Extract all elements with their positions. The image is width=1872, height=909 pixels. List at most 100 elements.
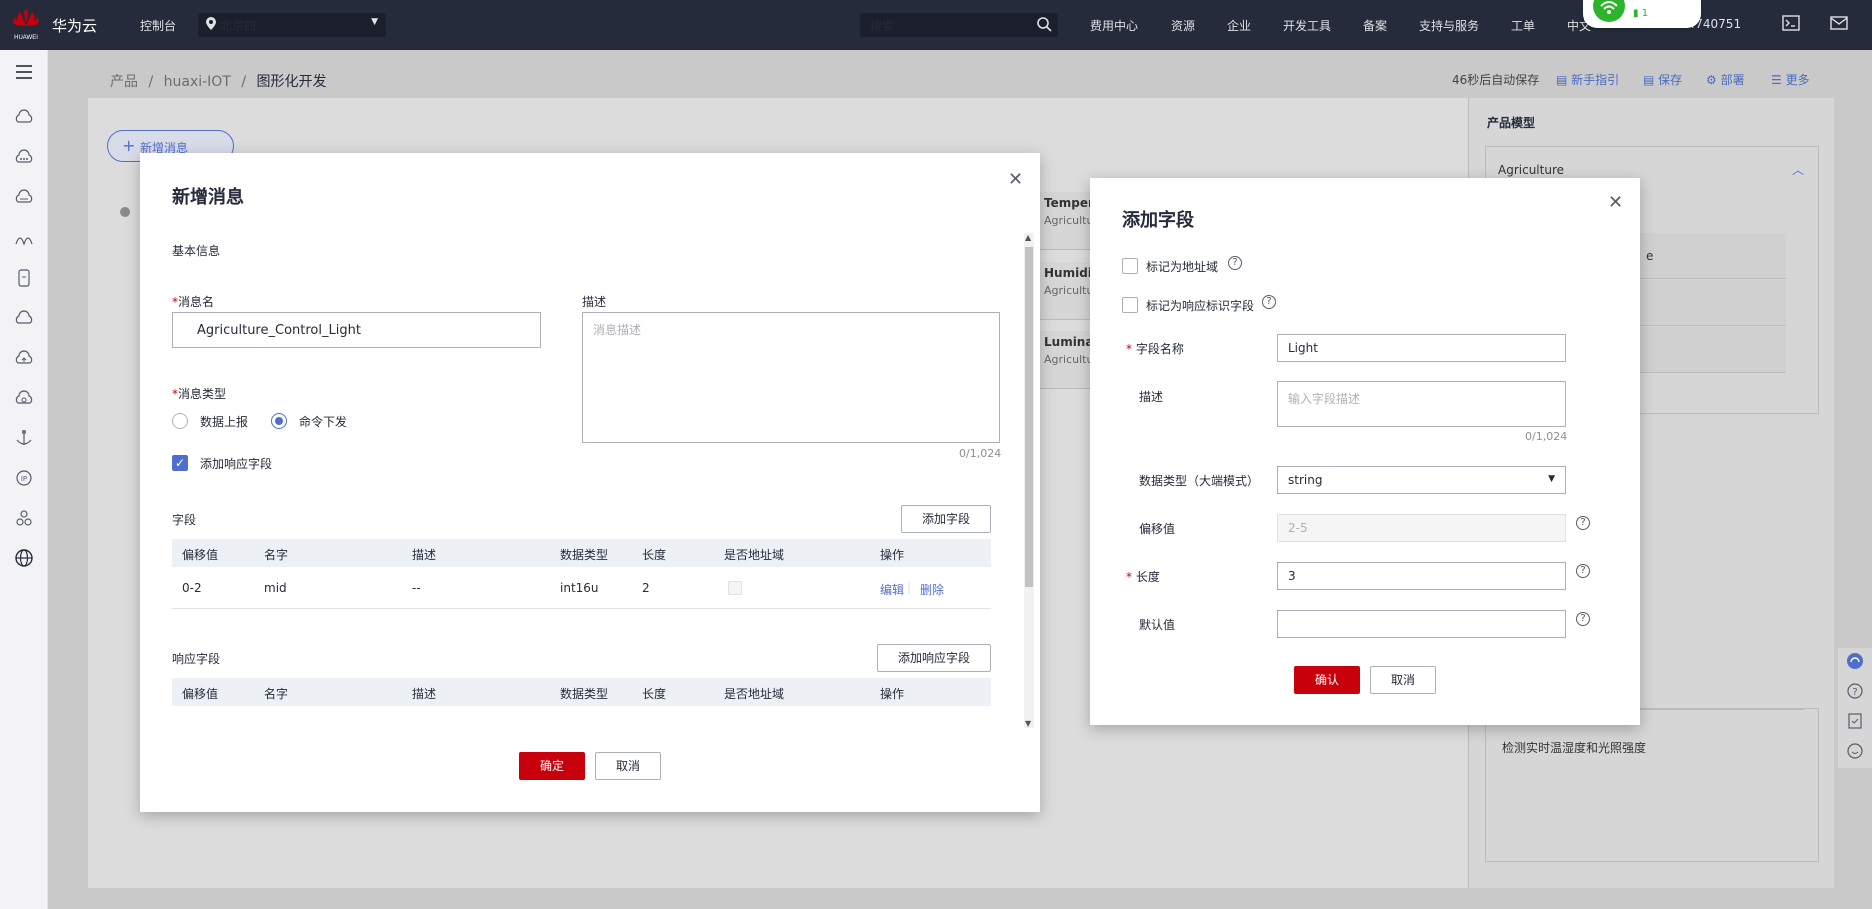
- scroll-down-icon[interactable]: ▼: [1025, 719, 1031, 728]
- edit-link[interactable]: 编辑: [880, 581, 904, 598]
- chevron-up-icon[interactable]: ︿: [1792, 161, 1804, 178]
- col-is-address: 是否地址域: [724, 548, 785, 562]
- nav-devtools[interactable]: 开发工具: [1283, 17, 1331, 34]
- breadcrumb-product[interactable]: huaxi-IOT: [164, 74, 231, 90]
- col-is-address: 是否地址域: [724, 687, 785, 701]
- nav-ticket[interactable]: 工单: [1511, 17, 1535, 34]
- field-name-input[interactable]: [1277, 334, 1566, 362]
- save-button-label: 保存: [1658, 73, 1683, 87]
- mark-address-checkbox[interactable]: [1122, 258, 1138, 274]
- autosave-status: 46秒后自动保存: [1452, 73, 1540, 87]
- field-description-textarea[interactable]: 输入字段描述: [1277, 381, 1566, 427]
- add-response-field-button[interactable]: 添加响应字段: [877, 644, 991, 672]
- cell-name: mid: [264, 581, 287, 595]
- breadcrumb-products[interactable]: 产品: [110, 74, 138, 90]
- cancel-button[interactable]: 取消: [595, 752, 661, 780]
- brand-name[interactable]: 华为云: [52, 15, 97, 36]
- help-icon[interactable]: ?: [1228, 256, 1242, 270]
- mark-response-checkbox[interactable]: [1122, 297, 1138, 313]
- mail-icon[interactable]: [1830, 15, 1848, 34]
- default-value-input[interactable]: [1277, 610, 1566, 638]
- col-description: 描述: [412, 548, 437, 562]
- guide-button[interactable]: ▤ 新手指引: [1556, 71, 1619, 88]
- delete-link[interactable]: 删除: [920, 581, 944, 598]
- radio-command-send[interactable]: [271, 413, 287, 429]
- help-icon[interactable]: ?: [1576, 564, 1590, 578]
- wifi-icon: [1593, 0, 1625, 22]
- console-link[interactable]: 控制台: [140, 17, 176, 34]
- description-textarea[interactable]: 消息描述: [582, 312, 1000, 443]
- description-label: 描述: [582, 295, 607, 309]
- nav-filing[interactable]: 备案: [1363, 17, 1387, 34]
- smiley-icon[interactable]: [1846, 742, 1864, 763]
- menu-icon[interactable]: [14, 62, 34, 82]
- nav-resources[interactable]: 资源: [1171, 17, 1195, 34]
- nav-enterprise[interactable]: 企业: [1227, 17, 1251, 34]
- search-icon[interactable]: [1036, 16, 1052, 35]
- add-response-label[interactable]: 添加响应字段: [200, 455, 272, 472]
- cloud-icon[interactable]: [14, 308, 34, 328]
- save-button[interactable]: ▤ 保存: [1643, 71, 1682, 88]
- plus-icon: +: [122, 136, 136, 155]
- bridge-icon[interactable]: [14, 228, 34, 248]
- mark-response-label[interactable]: 标记为响应标识字段: [1146, 297, 1254, 314]
- terminal-icon[interactable]: [1782, 15, 1800, 34]
- dialog-title: 新增消息: [172, 187, 244, 208]
- more-button[interactable]: ☰ 更多: [1771, 71, 1810, 88]
- radio-data-report-label[interactable]: 数据上报: [200, 413, 248, 430]
- message-card[interactable]: Tempera Agricultu: [1040, 192, 1102, 250]
- radio-data-report[interactable]: [172, 413, 188, 429]
- device-icon[interactable]: [14, 268, 34, 288]
- nav-billing[interactable]: 费用中心: [1090, 17, 1138, 34]
- dialog-scrollbar[interactable]: ▲ ▼: [1024, 233, 1034, 728]
- length-input[interactable]: [1277, 562, 1566, 590]
- ip-icon[interactable]: IP: [14, 468, 34, 488]
- message-card[interactable]: Luminar Agricultu: [1040, 331, 1099, 389]
- field-description-placeholder: 输入字段描述: [1288, 392, 1361, 406]
- anchor-icon[interactable]: [14, 428, 34, 448]
- search-box[interactable]: 搜索: [860, 13, 1058, 37]
- cloud-network-icon[interactable]: [14, 148, 34, 168]
- globe-icon[interactable]: [14, 548, 34, 568]
- mark-address-label[interactable]: 标记为地址域: [1146, 258, 1218, 275]
- confirm-button[interactable]: 确认: [1294, 666, 1360, 694]
- guide-icon: ▤: [1556, 73, 1568, 87]
- deploy-button[interactable]: ⚙ 部署: [1706, 71, 1745, 88]
- help-icon[interactable]: ?: [1576, 612, 1590, 626]
- message-type-label: *消息类型: [172, 387, 227, 401]
- add-field-dialog: 添加字段 ✕ 标记为地址域 ? 标记为响应标识字段 ? * 字段名称 描述 输入…: [1090, 178, 1640, 725]
- nav-support[interactable]: 支持与服务: [1419, 17, 1479, 34]
- col-data-type: 数据类型: [560, 687, 609, 701]
- close-icon[interactable]: ✕: [1608, 194, 1623, 212]
- huawei-logo[interactable]: HUAWEI: [10, 8, 42, 42]
- cloud-storage-icon[interactable]: [14, 188, 34, 208]
- response-table-header: 偏移值 名字 描述 数据类型 长度 是否地址域 操作: [172, 678, 991, 706]
- cloud-upload-icon[interactable]: [14, 348, 34, 368]
- breadcrumb-separator: /: [241, 74, 247, 90]
- help-icon[interactable]: ?: [1846, 682, 1864, 703]
- cloud-sync-icon[interactable]: [14, 388, 34, 408]
- col-offset: 偏移值: [182, 687, 219, 701]
- confirm-button[interactable]: 确定: [519, 752, 585, 780]
- message-card[interactable]: Humidit Agricultu: [1040, 262, 1098, 320]
- data-type-select[interactable]: string ▼: [1277, 466, 1566, 494]
- region-selector[interactable]: 北京四 ▼: [198, 13, 386, 37]
- close-icon[interactable]: ✕: [1008, 171, 1023, 189]
- help-icon[interactable]: ?: [1576, 516, 1590, 530]
- panel-title: 产品模型: [1487, 116, 1536, 130]
- scrollbar-thumb[interactable]: [1025, 247, 1033, 587]
- cluster-icon[interactable]: [14, 508, 34, 528]
- customer-service-icon[interactable]: [1846, 652, 1864, 673]
- feedback-icon[interactable]: [1846, 712, 1864, 733]
- cancel-button[interactable]: 取消: [1370, 666, 1436, 694]
- add-field-button[interactable]: 添加字段: [901, 505, 991, 533]
- cloud-service-icon[interactable]: [14, 108, 34, 128]
- radio-command-send-label[interactable]: 命令下发: [299, 413, 347, 430]
- message-name-input[interactable]: [172, 312, 541, 348]
- add-response-checkbox[interactable]: ✓: [172, 455, 188, 471]
- help-icon[interactable]: ?: [1262, 295, 1276, 309]
- battery-count: 1: [1641, 8, 1649, 19]
- region-label: 北京四: [220, 19, 257, 33]
- scroll-up-icon[interactable]: ▲: [1025, 233, 1031, 242]
- dialog-title: 添加字段: [1122, 210, 1194, 231]
